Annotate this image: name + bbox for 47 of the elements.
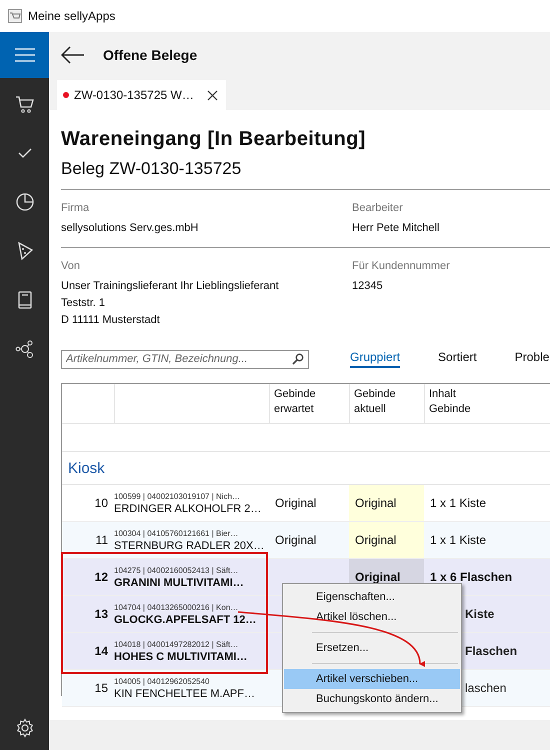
- table-cell: Original: [275, 533, 316, 547]
- field-label: Für Kundennummer: [352, 260, 451, 272]
- table-cell: 1 x 1 Kiste: [430, 496, 486, 510]
- article-name: ERDINGER ALKOHOLFR 2…: [114, 502, 262, 514]
- field-label: Firma: [61, 202, 90, 214]
- position-number: 13: [94, 607, 108, 621]
- article-details: 100304 | 04105760121661 | Bier…: [114, 528, 238, 538]
- table-cell: Kiste: [465, 607, 494, 621]
- article-name: GRANINI MULTIVITAMI…: [114, 576, 244, 588]
- field-value: Teststr. 1: [61, 296, 106, 311]
- article-details: 104704 | 04013265000216 | Kon…: [114, 602, 238, 612]
- article-details: 104005 | 04012962052540: [114, 676, 210, 686]
- field-value: sellysolutions Serv.ges.mbH: [61, 221, 200, 236]
- field-value: Unser Trainingslieferant Ihr Lieblingslieferant: [61, 279, 280, 294]
- position-number: 12: [94, 570, 108, 584]
- article-name: KIN FENCHELTEE M.APF…: [114, 688, 255, 700]
- article-details: 104018 | 04001497282012 | Säft…: [114, 640, 238, 648]
- table-cell: 1 x 6 Flaschen: [430, 570, 512, 584]
- article-details: 100599 | 04002103019107 | Nich…: [114, 492, 240, 500]
- position-number: 14: [94, 644, 108, 658]
- document-heading: Wareneingang [In Bearbeitung]: [61, 128, 367, 151]
- page-title: Offene Belege: [103, 47, 198, 63]
- field-value: Herr Pete Mitchell: [352, 221, 440, 236]
- table-cell: Original: [355, 496, 396, 510]
- window-title: Meine sellyApps: [28, 9, 116, 23]
- column-header: Gebinde erwartet: [274, 387, 317, 417]
- column-header: Inhalt Gebinde: [429, 387, 472, 417]
- field-value: 12345: [352, 279, 384, 294]
- tab-label: ZW-0130-135725 W…: [74, 88, 194, 102]
- position-number: 11: [96, 533, 108, 547]
- column-header: Gebinde aktuell: [354, 387, 397, 417]
- table-cell: Original: [355, 570, 400, 584]
- article-name: GLOCKG.APFELSAFT 12…: [114, 614, 256, 626]
- table-cell: Original: [355, 533, 396, 547]
- position-number: 15: [94, 681, 108, 695]
- table-cell: Original: [275, 496, 316, 510]
- field-label: Bearbeiter: [352, 202, 404, 214]
- article-details: 104275 | 04002160052413 | Säft…: [114, 566, 238, 574]
- position-number: 10: [94, 496, 108, 510]
- table-cell: 1 x 1 Kiste: [430, 533, 486, 547]
- document-number: Beleg ZW-0130-135725: [61, 159, 242, 179]
- article-name: STERNBURG RADLER 20X…: [114, 540, 264, 552]
- article-name: HOHES C MULTIVITAMI…: [114, 650, 248, 662]
- table-cell: Flaschen: [465, 644, 518, 658]
- field-value: D 11111 Musterstadt: [61, 313, 161, 328]
- field-label: Von: [61, 260, 81, 272]
- table-cell: laschen: [465, 681, 506, 695]
